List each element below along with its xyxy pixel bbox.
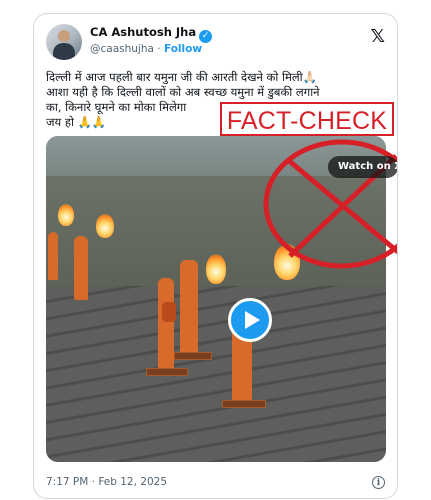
aarti-flame [96,214,114,238]
play-triangle [245,311,260,329]
priest-figure [162,302,176,322]
tweet-text-line: दिल्ली में आज पहली बार यमुना जी की आरती … [46,70,317,84]
x-logo-icon[interactable]: 𝕏 [370,26,385,47]
avatar-body [53,43,75,60]
puja-mat [146,368,188,376]
tweet-header: CA Ashutosh Jha ✓ @caashujha · Follow 𝕏 [46,24,385,62]
watch-on-x-button[interactable]: Watch on X [328,156,397,178]
play-icon[interactable] [228,298,272,342]
follow-button[interactable]: Follow [164,43,202,55]
author-name[interactable]: CA Ashutosh Jha [90,25,196,39]
red-cross-mark [263,139,397,269]
tweet-card: CA Ashutosh Jha ✓ @caashujha · Follow 𝕏 द… [33,13,398,499]
tweet-text-line: आशा यही है कि दिल्ली वालों को अब स्वच्छ … [46,85,320,99]
priest-figure [158,278,174,370]
puja-mat [174,352,212,360]
fact-check-label: FACT-CHECK [220,102,394,136]
puja-mat [222,400,266,408]
author-handle[interactable]: @caashujha [90,43,154,55]
verified-badge-icon: ✓ [199,30,213,43]
handle-line: @caashujha · Follow [90,43,202,55]
aarti-flame [206,254,226,284]
avatar-head [58,30,70,42]
priest-figure [48,232,58,280]
tweet-timestamp[interactable]: 7:17 PM · Feb 12, 2025 [46,476,167,488]
aarti-flame [58,204,74,226]
info-icon[interactable]: i [372,476,385,489]
handle-separator: · [153,43,164,55]
priest-figure [180,260,198,356]
author-name-line[interactable]: CA Ashutosh Jha ✓ [90,25,213,43]
ghat-steps [46,286,386,462]
priest-figure [74,236,88,300]
avatar[interactable] [46,24,82,60]
